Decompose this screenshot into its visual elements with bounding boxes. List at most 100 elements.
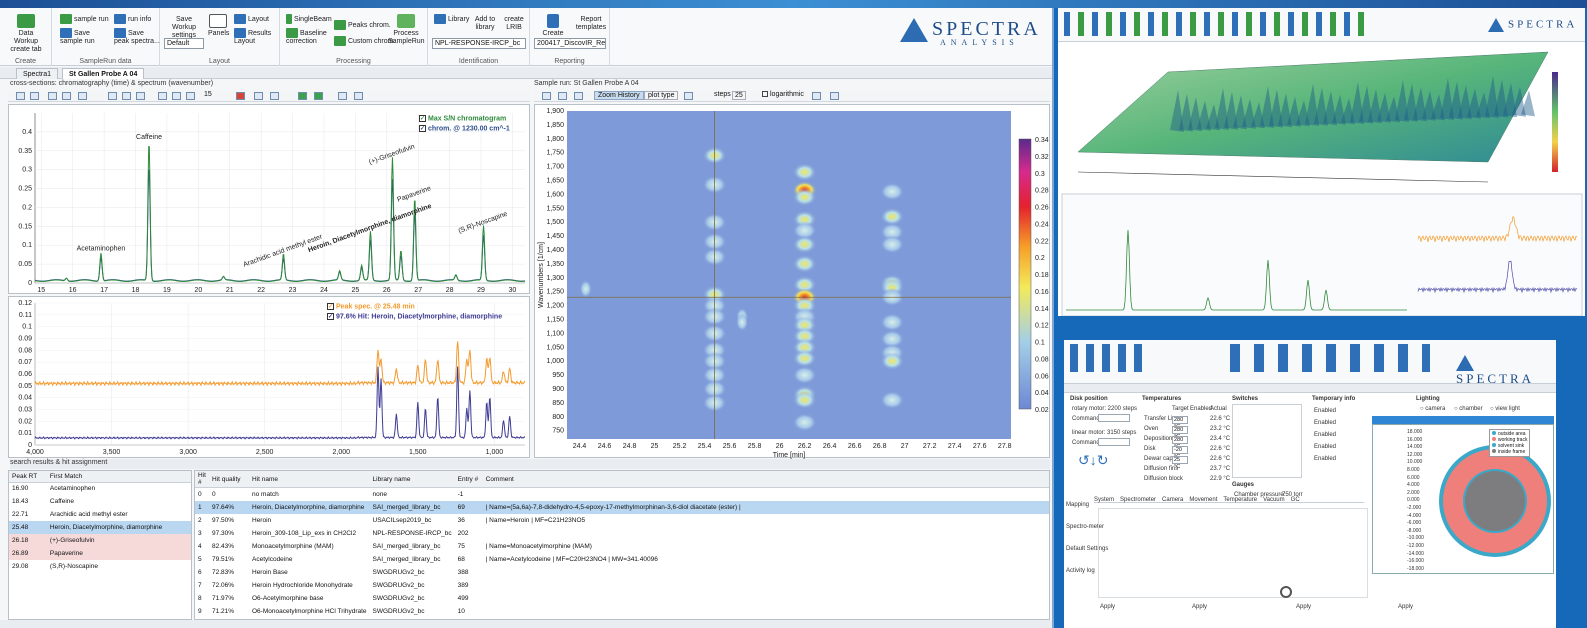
- grid-icon[interactable]: [558, 92, 567, 100]
- tab-spectra1[interactable]: Spectra1: [16, 68, 59, 79]
- hit-header[interactable]: Hit name: [249, 471, 370, 488]
- process-samplerun-button[interactable]: Process SampleRun: [388, 14, 425, 46]
- apply-button-2[interactable]: Apply: [1192, 604, 1207, 610]
- rotate-arrows-icon[interactable]: ↺↓↻: [1078, 452, 1108, 469]
- view-light-radio[interactable]: ○ view light: [1490, 406, 1520, 412]
- bar-chart-icon[interactable]: [186, 92, 195, 100]
- singlebeam-button[interactable]: SingleBeam: [286, 14, 332, 24]
- library-select[interactable]: NPL-RESPONSE-IRCP_bc: [432, 38, 526, 49]
- hit-row[interactable]: 7 72.06% Heroin Hydrochloride Monohydrate S…: [195, 579, 1049, 592]
- hit-row[interactable]: 8 71.97% O6-Acetylmorphine base SWGDRUGv2_b…: [195, 592, 1049, 605]
- zoom-icon[interactable]: [542, 92, 551, 100]
- clear-icon[interactable]: [236, 92, 245, 100]
- hit-header[interactable]: Entry #: [454, 471, 483, 488]
- chrom-legend-2[interactable]: ✓ chrom. @ 1230.00 cm^-1: [419, 125, 510, 132]
- library-button[interactable]: Library: [434, 14, 469, 24]
- results-layout-button[interactable]: Results Layout: [234, 28, 276, 46]
- peak-row[interactable]: 22.71 Arachidic acid methyl ester: [9, 508, 191, 521]
- save-peak-spectra-button[interactable]: Save peak spectra...: [114, 28, 160, 46]
- copy-icon[interactable]: [812, 92, 821, 100]
- hit-row[interactable]: 2 97.50% Heroin USACILsep2019_bc 36 | Name=He…: [195, 514, 1049, 527]
- report-templates-button[interactable]: Report templates: [574, 16, 608, 32]
- hit-row[interactable]: 9 71.21% O6-Monoacetylmorphine HCl Trihydr…: [195, 605, 1049, 618]
- custom-chrom-button[interactable]: Custom chrom.: [334, 36, 395, 46]
- settings-tab[interactable]: GC: [1291, 497, 1300, 503]
- apply-button-1[interactable]: Apply: [1100, 604, 1115, 610]
- apply-button-4[interactable]: Apply: [1398, 604, 1413, 610]
- settings-tab[interactable]: Spectrometer: [1120, 497, 1156, 503]
- checkbox-icon[interactable]: ✓: [419, 115, 426, 122]
- sync-icon[interactable]: [270, 92, 279, 100]
- side-nav-item[interactable]: Mapping: [1066, 502, 1094, 524]
- settings-tab[interactable]: Camera: [1162, 497, 1183, 503]
- workup-settings-select[interactable]: Default: [164, 38, 204, 49]
- zoom-out-icon[interactable]: [30, 92, 39, 100]
- baseline-correction-button[interactable]: Baseline correction: [286, 28, 330, 46]
- forward-icon[interactable]: [314, 92, 323, 100]
- logarithmic-checkbox[interactable]: logarithmic: [762, 91, 804, 98]
- hit-row[interactable]: 3 97.30% Heroin_309-108_Lip_exs in CH2Cl2 N…: [195, 527, 1049, 540]
- create-lrib-button[interactable]: create LRIB: [502, 16, 526, 32]
- layout-button[interactable]: Layout: [234, 14, 269, 24]
- linear-command-input[interactable]: [1098, 438, 1130, 446]
- data-workup-button[interactable]: Data Workup create tab: [6, 14, 46, 54]
- spec-legend-2[interactable]: ✓ 97.6% Hit: Heroin, Diacetylmorphine, di…: [327, 313, 502, 320]
- step-spinner[interactable]: 15: [204, 91, 212, 98]
- hit-header[interactable]: Library name: [369, 471, 455, 488]
- run-info-button[interactable]: run info: [114, 14, 151, 24]
- heatmap-plot[interactable]: 24.4 24.6 24.8 25 25.2 25.4 25.6 25.8 26 26.2 26.4…: [534, 104, 1050, 459]
- disk-layout-icon[interactable]: [1280, 586, 1292, 598]
- checkbox-icon[interactable]: ✓: [327, 303, 334, 310]
- palette-icon[interactable]: [684, 92, 693, 100]
- panels-button[interactable]: Panels: [208, 14, 229, 38]
- hit-row[interactable]: 6 72.83% Heroin Base SWGDRUGv2_bc 388: [195, 566, 1049, 579]
- hit-row[interactable]: 1 97.64% Heroin, Diacetylmorphine, diamorp…: [195, 500, 1049, 514]
- hit-header[interactable]: Hit quality: [209, 471, 249, 488]
- peaks-chrom-button[interactable]: Peaks chrom.: [334, 20, 391, 30]
- grid-icon[interactable]: [48, 92, 57, 100]
- checkbox-icon[interactable]: ✓: [327, 313, 334, 320]
- side-nav-item[interactable]: Activity log: [1066, 568, 1095, 590]
- settings-tab[interactable]: Temperature: [1223, 497, 1257, 503]
- surface-3d-plot[interactable]: [1058, 42, 1585, 316]
- rotary-command-input[interactable]: [1098, 414, 1130, 422]
- chamber-light-radio[interactable]: ○ chamber: [1454, 406, 1483, 412]
- hit-row[interactable]: 5 79.51% Acetylcodeine SAI_merged_library_b…: [195, 553, 1049, 566]
- peak-row[interactable]: 26.89 Papaverine: [9, 547, 191, 560]
- side-nav-item[interactable]: Spectro-meter: [1066, 524, 1104, 546]
- export-icon[interactable]: [574, 92, 583, 100]
- refresh-icon[interactable]: [254, 92, 263, 100]
- chromatogram-plot[interactable]: 15 16 17 18 19 20 21 22 23 24 25 26 27 28 29 30 0 0.05 0.1…: [8, 104, 530, 294]
- hit-header[interactable]: Hit #: [195, 471, 209, 488]
- save-workup-settings-button[interactable]: Save Workup settings: [164, 16, 204, 40]
- spec-legend-1[interactable]: ✓ Peak spec. @ 25.48 min: [327, 303, 415, 310]
- peak-rt-header[interactable]: Peak RT: [9, 471, 47, 483]
- temp-target-input[interactable]: 25 °C: [1172, 456, 1188, 470]
- hit-row[interactable]: 0 0 no match none -1: [195, 488, 1049, 501]
- plot-type-select[interactable]: plot type: [644, 91, 679, 100]
- camera-light-radio[interactable]: ○ camera: [1420, 406, 1445, 412]
- peak-list-icon[interactable]: [172, 92, 181, 100]
- zoom-icon[interactable]: [16, 92, 25, 100]
- peak-row[interactable]: 16.90 Acetaminophen: [9, 482, 191, 495]
- back-icon[interactable]: [298, 92, 307, 100]
- zoom-history-button[interactable]: Zoom History: [594, 91, 644, 100]
- checkbox-icon[interactable]: ✓: [419, 125, 426, 132]
- peak-row[interactable]: 26.18 (+)-Griseofulvin: [9, 534, 191, 547]
- align-icon[interactable]: [108, 92, 117, 100]
- peak-icon[interactable]: [158, 92, 167, 100]
- temp-target-input[interactable]: 280 °C: [1172, 436, 1188, 450]
- spectrum-plot[interactable]: 4,000 3,500 3,000 2,500 2,000 1,500 1,000 0 0.01…: [8, 296, 530, 458]
- peak-row[interactable]: 25.48 Heroin, Diacetylmorphine, diamorphi…: [9, 521, 191, 534]
- hit-header[interactable]: Comment: [482, 471, 1049, 488]
- apply-button-3[interactable]: Apply: [1296, 604, 1311, 610]
- first-match-header[interactable]: First Match: [46, 471, 191, 483]
- sample-run-button[interactable]: sample run: [60, 14, 109, 24]
- save-sample-run-button[interactable]: Save sample run: [60, 28, 106, 46]
- tag-icon[interactable]: [78, 92, 87, 100]
- hit-row[interactable]: 4 82.43% Monoacetylmorphine (MAM) SAI_merge…: [195, 540, 1049, 553]
- add-to-library-button[interactable]: Add to library: [472, 16, 498, 32]
- side-nav-item[interactable]: Default Settings: [1066, 546, 1108, 568]
- report-template-select[interactable]: 200417_DiscovIR_Repo: [534, 38, 606, 49]
- tab-st-gallen[interactable]: St Gallen Probe A 04: [62, 68, 145, 79]
